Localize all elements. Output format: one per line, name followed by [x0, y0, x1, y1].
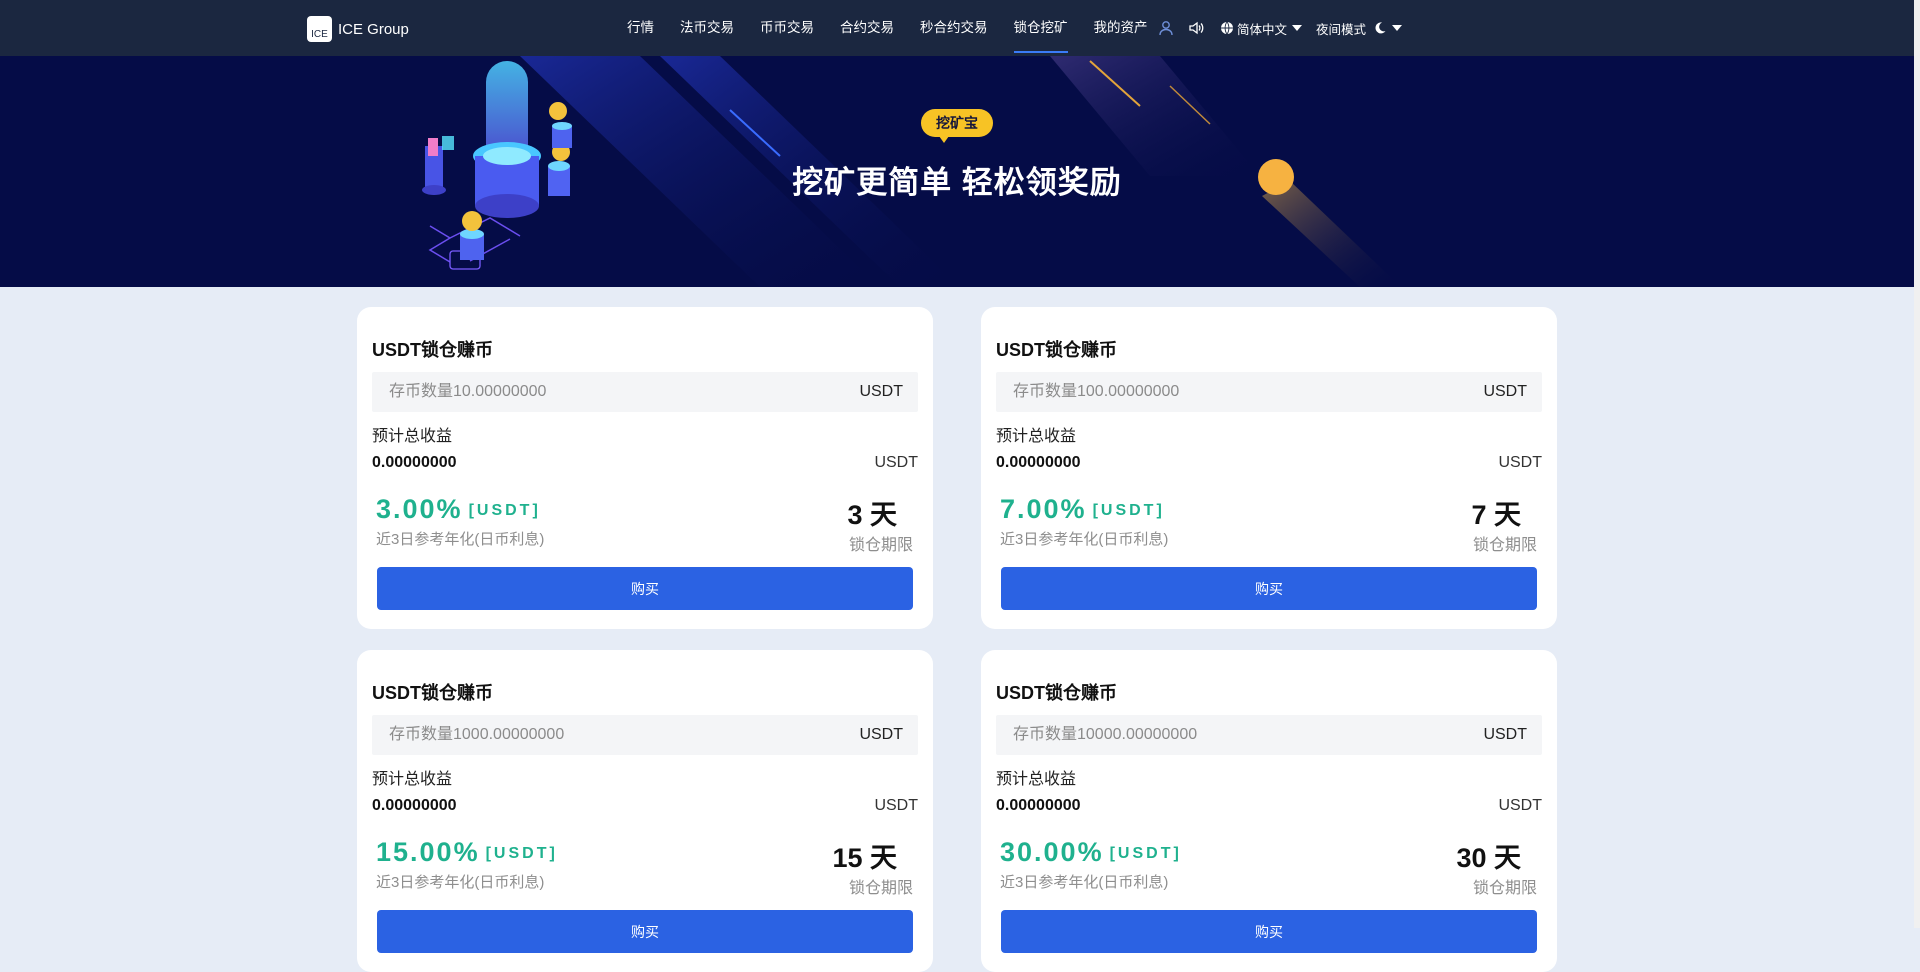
deposit-amount-input[interactable]: [1011, 725, 1391, 745]
lock-period-label: 锁仓期限: [1472, 537, 1537, 554]
lock-period-label: 锁仓期限: [848, 880, 913, 897]
logo[interactable]: ICE ICE Group: [307, 16, 409, 42]
currency-unit: USDT: [859, 383, 903, 400]
estimated-return-value: 0.00000000: [996, 454, 1081, 471]
language-label: 简体中文: [1237, 22, 1288, 37]
currency-unit: USDT: [859, 726, 903, 743]
card-title: USDT锁仓赚币: [372, 683, 493, 703]
nav-item-seconds-contract[interactable]: 秒合约交易: [920, 0, 988, 56]
estimated-return-unit: USDT: [874, 454, 918, 471]
estimated-return-label: 预计总收益: [996, 771, 1077, 788]
rate-unit: [USDT]: [468, 502, 541, 519]
buy-button[interactable]: 购买: [377, 567, 913, 610]
deposit-amount-field: USDT: [996, 372, 1542, 412]
nav-item-spot-trade[interactable]: 币币交易: [760, 0, 814, 56]
user-icon[interactable]: [1158, 20, 1174, 36]
night-mode-toggle[interactable]: 夜间模式: [1316, 19, 1403, 38]
scrollbar[interactable]: [1914, 0, 1920, 928]
card-title: USDT锁仓赚币: [996, 340, 1117, 360]
estimated-return-value: 0.00000000: [372, 454, 457, 471]
rate-note: 近3日参考年化(日币利息): [376, 531, 545, 548]
annual-rate: 7.00% [USDT]: [1000, 494, 1165, 525]
moon-icon: [1375, 22, 1386, 34]
estimated-return-label: 预计总收益: [996, 428, 1077, 445]
chevron-down-icon: [1392, 25, 1403, 31]
rate-value: 3.00%: [376, 494, 463, 524]
nav-item-market[interactable]: 行情: [627, 0, 654, 56]
estimated-return-value: 0.00000000: [996, 797, 1081, 814]
top-navbar: ICE ICE Group 行情 法币交易 币币交易 合约交易 秒合约交易 锁仓…: [0, 0, 1920, 56]
staking-card: USDT锁仓赚币 USDT 预计总收益 0.00000000 USDT 15.0…: [357, 650, 933, 972]
estimated-return-unit: USDT: [1498, 797, 1542, 814]
deposit-amount-input[interactable]: [387, 382, 767, 402]
deposit-amount-field: USDT: [372, 372, 918, 412]
hero-banner: 挖矿宝 挖矿更简单 轻松领奖励: [0, 56, 1914, 287]
banner-badge: 挖矿宝: [921, 109, 993, 143]
currency-unit: USDT: [1483, 726, 1527, 743]
rate-value: 30.00%: [1000, 837, 1104, 867]
staking-card: USDT锁仓赚币 USDT 预计总收益 0.00000000 USDT 7.00…: [981, 307, 1557, 629]
language-selector[interactable]: 简体中文: [1220, 19, 1303, 38]
globe-icon: [1221, 21, 1233, 35]
rate-unit: [USDT]: [1092, 502, 1165, 519]
deposit-amount-field: USDT: [372, 715, 918, 755]
currency-unit: USDT: [1483, 383, 1527, 400]
nav-tools: 简体中文 夜间模式: [1158, 0, 1416, 56]
deposit-amount-field: USDT: [996, 715, 1542, 755]
speaker-icon[interactable]: [1188, 20, 1206, 36]
night-mode-label: 夜间模式: [1316, 22, 1367, 37]
lock-period-days: 15 天: [832, 843, 897, 873]
buy-button[interactable]: 购买: [1001, 910, 1537, 953]
nav-item-my-assets[interactable]: 我的资产: [1094, 0, 1148, 56]
rate-note: 近3日参考年化(日币利息): [1000, 874, 1169, 891]
lock-period-days: 3 天: [847, 500, 897, 530]
estimated-return-label: 预计总收益: [372, 428, 453, 445]
main-menu: 行情 法币交易 币币交易 合约交易 秒合约交易 锁仓挖矿 我的资产: [627, 0, 1174, 56]
lock-period-days: 30 天: [1456, 843, 1521, 873]
chevron-down-icon: [1292, 25, 1303, 31]
buy-button[interactable]: 购买: [1001, 567, 1537, 610]
banner-title: 挖矿更简单 轻松领奖励: [792, 165, 1122, 200]
buy-button[interactable]: 购买: [377, 910, 913, 953]
deposit-amount-input[interactable]: [387, 725, 767, 745]
lock-period-label: 锁仓期限: [1472, 880, 1537, 897]
estimated-return-value: 0.00000000: [372, 797, 457, 814]
rate-value: 15.00%: [376, 837, 480, 867]
annual-rate: 3.00% [USDT]: [376, 494, 541, 525]
nav-item-contract-trade[interactable]: 合约交易: [840, 0, 894, 56]
annual-rate: 30.00% [USDT]: [1000, 837, 1182, 868]
staking-card: USDT锁仓赚币 USDT 预计总收益 0.00000000 USDT 30.0…: [981, 650, 1557, 972]
app-name: ICE Group: [338, 20, 409, 38]
lock-period-days: 7 天: [1471, 500, 1521, 530]
rate-unit: [USDT]: [485, 845, 558, 862]
lock-period-label: 锁仓期限: [848, 537, 913, 554]
annual-rate: 15.00% [USDT]: [376, 837, 558, 868]
estimated-return-unit: USDT: [874, 797, 918, 814]
nav-item-lock-mining[interactable]: 锁仓挖矿: [1013, 0, 1068, 56]
nav-item-fiat-trade[interactable]: 法币交易: [680, 0, 734, 56]
staking-card: USDT锁仓赚币 USDT 预计总收益 0.00000000 USDT 3.00…: [357, 307, 933, 629]
rate-unit: [USDT]: [1109, 845, 1182, 862]
rate-note: 近3日参考年化(日币利息): [376, 874, 545, 891]
card-title: USDT锁仓赚币: [996, 683, 1117, 703]
card-title: USDT锁仓赚币: [372, 340, 493, 360]
logo-mark: ICE: [307, 16, 332, 42]
estimated-return-label: 预计总收益: [372, 771, 453, 788]
rate-value: 7.00%: [1000, 494, 1087, 524]
estimated-return-unit: USDT: [1498, 454, 1542, 471]
deposit-amount-input[interactable]: [1011, 382, 1391, 402]
rate-note: 近3日参考年化(日币利息): [1000, 531, 1169, 548]
